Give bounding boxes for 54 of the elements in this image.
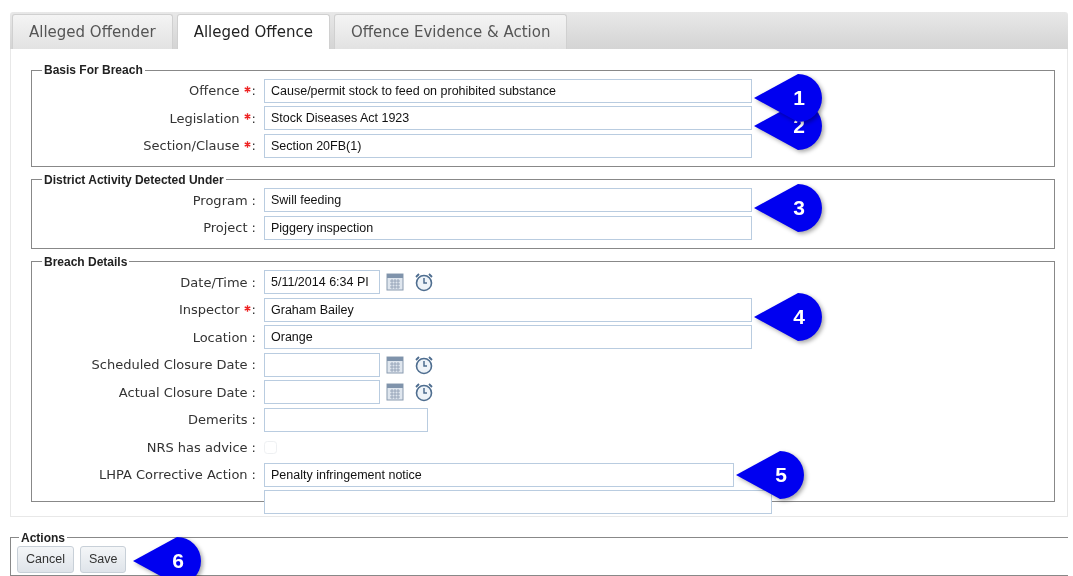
colon-label: : [251, 467, 256, 482]
colon-label: : [251, 439, 256, 455]
field-label: Date/Time [180, 274, 248, 290]
text-field[interactable]: Cause/permit stock to feed on prohibited substance [264, 78, 752, 103]
tab[interactable]: Offence Evidence & Action [333, 14, 568, 49]
date-field[interactable] [264, 352, 380, 377]
text-field[interactable]: Penalty infringement notice [264, 462, 734, 487]
field-label: Inspector [178, 302, 240, 317]
section-title: Breach Details [42, 254, 130, 269]
text-field[interactable]: Piggery inspection [264, 215, 752, 240]
colon-label: : [251, 329, 256, 345]
calendar-icon[interactable] [386, 383, 404, 402]
tab[interactable]: Alleged Offender [12, 14, 173, 49]
colon-label: : [251, 110, 256, 126]
field-label: Actual Closure Date [118, 384, 248, 400]
colon-label: : [251, 192, 256, 208]
alarm-clock-icon[interactable] [414, 272, 434, 293]
text-field[interactable]: Graham Bailey [264, 297, 752, 322]
text-field[interactable] [264, 489, 772, 514]
date-field[interactable] [264, 380, 380, 405]
colon-label: : [251, 412, 256, 427]
calendar-icon[interactable] [386, 355, 404, 374]
colon-label: : [251, 357, 256, 372]
field-label: Project [203, 220, 248, 235]
number-field[interactable] [264, 407, 428, 432]
colon-label: : [251, 302, 256, 317]
calendar-icon[interactable] [386, 273, 404, 292]
text-field[interactable]: Swill feeding [264, 188, 752, 213]
section-title: Actions [19, 530, 67, 545]
colon-label: : [251, 138, 256, 153]
tab[interactable]: Alleged Offence [176, 14, 330, 49]
field-label: Section/Clause [143, 138, 240, 153]
alarm-clock-icon[interactable] [414, 354, 434, 375]
colon-label: : [251, 274, 256, 290]
colon-label: : [251, 83, 256, 98]
field-label: LHPA Corrective Action [98, 467, 248, 482]
field-label: Demerits [188, 412, 248, 427]
action-button[interactable]: Save [79, 546, 127, 573]
field-label: Scheduled Closure Date [91, 357, 248, 372]
date-field[interactable]: 5/11/2014 6:34 PI [264, 270, 380, 295]
action-button[interactable]: Cancel [17, 546, 74, 573]
section-title: Basis For Breach [42, 63, 145, 77]
field-label: Location [192, 329, 248, 345]
alarm-clock-icon[interactable] [414, 382, 434, 403]
field-label: NRS has advice [146, 439, 248, 455]
text-field[interactable]: Orange [264, 325, 752, 350]
text-field[interactable]: Section 20FB(1) [264, 133, 752, 158]
field-label: Legislation [169, 110, 240, 126]
colon-label: : [251, 384, 256, 400]
text-field[interactable]: Stock Diseases Act 1923 [264, 106, 752, 131]
colon-label: : [251, 220, 256, 235]
field-label: Program [192, 192, 248, 208]
section-title: District Activity Detected Under [42, 172, 226, 187]
field-label: Offence [189, 83, 240, 98]
